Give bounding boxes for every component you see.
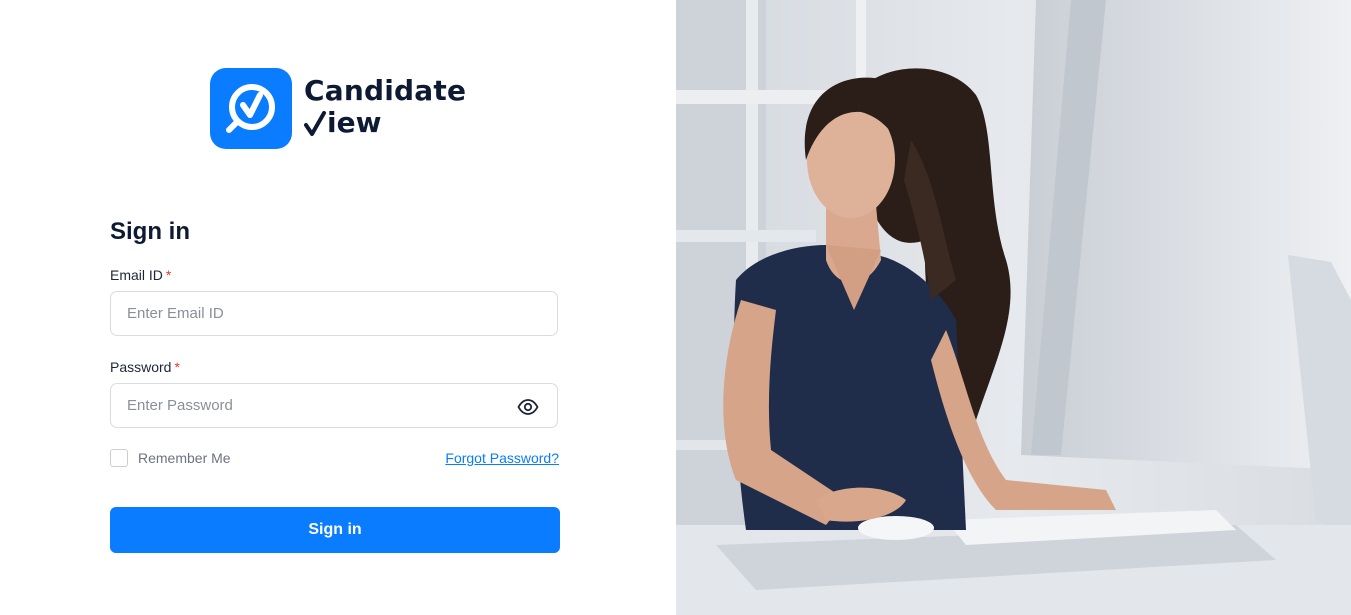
- brand-name-line2-text: iew: [327, 106, 382, 139]
- email-label-text: Email ID: [110, 267, 163, 283]
- check-magnifier-icon: [210, 68, 292, 149]
- login-panel: Candidate iew Sign in Email ID* Password…: [0, 0, 676, 615]
- page-title: Sign in: [110, 218, 190, 245]
- remember-me-checkbox[interactable]: [110, 449, 128, 467]
- password-label: Password *: [110, 359, 180, 375]
- remember-me-label: Remember Me: [138, 450, 231, 466]
- hero-illustration: [676, 0, 1351, 615]
- password-label-text: Password: [110, 359, 172, 375]
- brand-name: Candidate iew: [304, 77, 466, 137]
- sign-in-button[interactable]: Sign in: [110, 507, 560, 553]
- woman-at-computer-photo: [676, 0, 1351, 615]
- eye-icon[interactable]: [517, 397, 539, 417]
- password-field[interactable]: [110, 383, 558, 428]
- forgot-password-link[interactable]: Forgot Password?: [438, 450, 559, 466]
- email-label: Email ID *: [110, 267, 171, 283]
- remember-me: Remember Me: [110, 449, 231, 467]
- brand-name-line1: Candidate: [304, 74, 467, 107]
- required-mark: *: [165, 267, 172, 283]
- email-field[interactable]: [110, 291, 558, 336]
- required-mark: *: [174, 359, 180, 375]
- check-v-icon: [304, 111, 326, 136]
- brand-name-line2: iew: [304, 109, 466, 137]
- brand-logo: Candidate iew: [210, 68, 466, 149]
